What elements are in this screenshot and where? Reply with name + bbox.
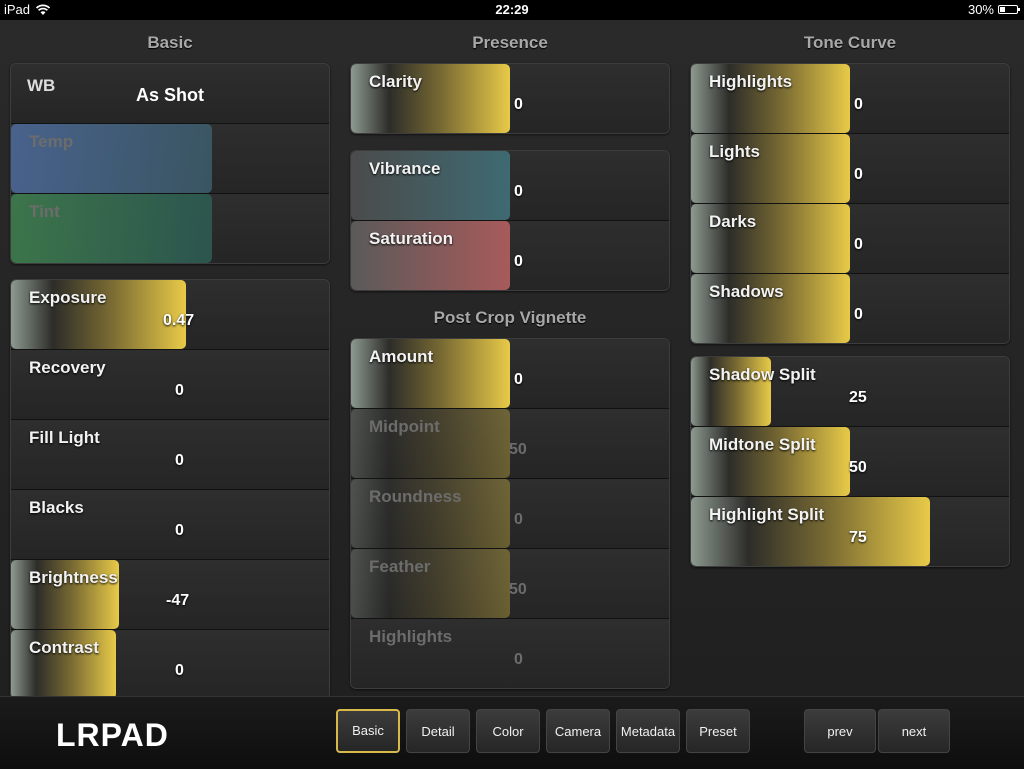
basic-title: Basic [147, 33, 193, 52]
slider-label: Shadow Split [709, 365, 816, 384]
slider-label: Temp [29, 132, 74, 151]
slider-value: -47 [166, 592, 190, 609]
slider-fill-light[interactable]: Fill Light 0 [11, 420, 329, 490]
slider-label: Midpoint [369, 417, 440, 436]
slider-label: Lights [709, 142, 760, 161]
slider-value: 0 [175, 452, 184, 469]
slider-value: 0 [175, 662, 184, 679]
slider-value: 50 [509, 581, 527, 598]
slider-value: 0 [854, 166, 863, 183]
slider-blacks[interactable]: Blacks 0 [11, 490, 329, 560]
presence-title: Presence [472, 33, 548, 52]
slider-feather[interactable]: Feather 50 [351, 549, 669, 619]
slider-value: 0 [514, 371, 523, 388]
slider-exposure[interactable]: Exposure 0.47 [11, 280, 329, 350]
slider-value: 75 [849, 529, 867, 546]
slider-saturation[interactable]: Saturation 0 [351, 221, 669, 290]
slider-label: Roundness [369, 487, 462, 506]
color-presence-panel: Vibrance 0 Saturation 0 [350, 150, 670, 291]
slider-label: Highlight Split [709, 505, 825, 524]
slider-label: Highlights [709, 72, 793, 91]
vignette-panel: Amount 0 Midpoint 50 Roundness 0 Feather… [350, 338, 670, 689]
battery-icon [998, 5, 1020, 14]
adjustment-area: Basic Presence Tone Curve Post Crop Vign… [0, 20, 1024, 700]
tab-camera[interactable]: Camera [546, 709, 610, 753]
slider-label: Brightness [29, 568, 118, 587]
slider-label: Recovery [29, 358, 106, 377]
wb-value: As Shot [136, 85, 205, 105]
white-balance-panel: WB As Shot Temp Tint [10, 63, 330, 264]
prev-button[interactable]: prev [804, 709, 876, 753]
bottom-toolbar: LRPAD Basic Detail Color Camera Metadata… [0, 696, 1024, 769]
tab-color[interactable]: Color [476, 709, 540, 753]
slider-recovery[interactable]: Recovery 0 [11, 350, 329, 420]
slider-shadow-split[interactable]: Shadow Split 25 [691, 357, 1009, 427]
slider-label: Fill Light [29, 428, 100, 447]
slider-value: 50 [509, 441, 527, 458]
slider-highlights[interactable]: Highlights 0 [691, 64, 1009, 134]
slider-tint[interactable]: Tint [11, 194, 329, 263]
wb-row[interactable]: WB As Shot [11, 64, 329, 124]
tone-curve-title: Tone Curve [803, 33, 897, 52]
slider-highlight-split[interactable]: Highlight Split 75 [691, 497, 1009, 566]
slider-value: 0 [514, 651, 523, 668]
slider-label: Midtone Split [709, 435, 816, 454]
slider-brightness[interactable]: Brightness -47 [11, 560, 329, 630]
slider-value: 0.47 [163, 312, 195, 329]
slider-value: 0 [854, 306, 863, 323]
slider-value: 0 [514, 96, 523, 113]
slider-shadows[interactable]: Shadows 0 [691, 274, 1009, 343]
app-logo: LRPAD [56, 717, 169, 753]
slider-midtone-split[interactable]: Midtone Split 50 [691, 427, 1009, 497]
slider-lights[interactable]: Lights 0 [691, 134, 1009, 204]
basic-panel: Exposure 0.47 Recovery 0 Fill Light 0 Bl… [10, 279, 330, 700]
slider-darks[interactable]: Darks 0 [691, 204, 1009, 274]
slider-vibrance[interactable]: Vibrance 0 [351, 151, 669, 221]
slider-value: 0 [514, 511, 523, 528]
slider-value: 25 [849, 389, 867, 406]
tone-curve-panel: Highlights 0 Lights 0 Darks 0 Shadows 0 [690, 63, 1010, 344]
battery-percent: 30% [967, 2, 994, 17]
slider-label: Darks [709, 212, 757, 231]
slider-label: Contrast [29, 638, 99, 657]
slider-value: 0 [514, 253, 523, 270]
post-crop-vignette-title: Post Crop Vignette [433, 308, 587, 327]
slider-label: Highlights [369, 627, 453, 646]
slider-amount[interactable]: Amount 0 [351, 339, 669, 409]
slider-label: Vibrance [369, 159, 441, 178]
slider-label: Clarity [369, 72, 422, 91]
status-bar: iPad 22:29 30% [0, 0, 1024, 20]
slider-clarity[interactable]: Clarity 0 [351, 64, 669, 133]
slider-label: Blacks [29, 498, 84, 517]
slider-value: 0 [854, 96, 863, 113]
slider-label: Shadows [709, 282, 784, 301]
next-button[interactable]: next [878, 709, 950, 753]
slider-label: Tint [29, 202, 60, 221]
tab-detail[interactable]: Detail [406, 709, 470, 753]
slider-roundness[interactable]: Roundness 0 [351, 479, 669, 549]
slider-value: 0 [514, 183, 523, 200]
tab-metadata[interactable]: Metadata [616, 709, 680, 753]
slider-value: 0 [175, 382, 184, 399]
slider-label: Exposure [29, 288, 107, 307]
slider-value: 0 [175, 522, 184, 539]
slider-temp[interactable]: Temp [11, 124, 329, 194]
clarity-panel: Clarity 0 [350, 63, 670, 134]
slider-contrast[interactable]: Contrast 0 [11, 630, 329, 699]
split-panel: Shadow Split 25 Midtone Split 50 Highlig… [690, 356, 1010, 567]
status-time: 22:29 [495, 2, 529, 17]
slider-vignette-highlights[interactable]: Highlights 0 [351, 619, 669, 688]
slider-value: 50 [849, 459, 867, 476]
slider-label: Feather [369, 557, 431, 576]
tab-basic[interactable]: Basic [336, 709, 400, 753]
slider-label: Saturation [369, 229, 454, 248]
tab-preset[interactable]: Preset [686, 709, 750, 753]
wb-label: WB [27, 76, 56, 95]
slider-label: Amount [369, 347, 434, 366]
slider-value: 0 [854, 236, 863, 253]
slider-midpoint[interactable]: Midpoint 50 [351, 409, 669, 479]
